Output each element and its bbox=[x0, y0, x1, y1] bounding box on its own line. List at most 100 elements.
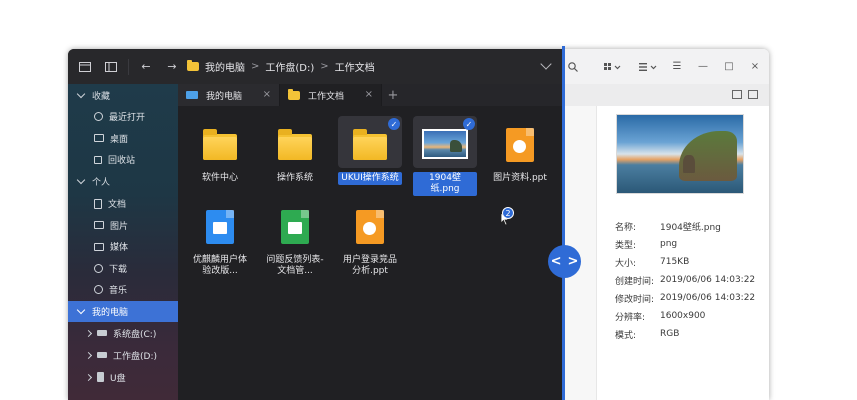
file-item[interactable]: 用户登录竞品分析.ppt bbox=[338, 198, 402, 278]
close-icon[interactable]: × bbox=[365, 89, 373, 100]
property-key: 修改时间: bbox=[615, 294, 655, 305]
sidebar-item-label: 工作盘(D:) bbox=[113, 351, 157, 362]
file-item[interactable]: UKUI操作系统 ✓ bbox=[338, 116, 402, 185]
breadcrumb: 我的电脑 > 工作盘(D:) > 工作文档 bbox=[187, 59, 375, 74]
toolbar-divider bbox=[128, 58, 129, 75]
breadcrumb-item[interactable]: 我的电脑 bbox=[205, 59, 245, 74]
check-icon: ✓ bbox=[463, 118, 475, 130]
split-handle[interactable]: < > bbox=[548, 245, 581, 278]
breadcrumb-item[interactable]: 工作盘(D:) bbox=[265, 59, 314, 74]
property-row: 模式: RGB bbox=[615, 325, 755, 343]
tab-work-docs[interactable]: 工作文档 × bbox=[280, 84, 382, 106]
chevron-down-icon bbox=[76, 305, 86, 315]
sidebar-group-label: 个人 bbox=[92, 178, 111, 189]
sidebar-item-computer[interactable]: 我的电脑 bbox=[68, 300, 178, 323]
property-value: RGB bbox=[660, 329, 680, 339]
file-thumbnail bbox=[263, 198, 327, 250]
file-name: 软件中心 bbox=[201, 173, 238, 183]
ppt-icon bbox=[506, 128, 534, 162]
sidebar-item-media[interactable]: 媒体 bbox=[68, 236, 178, 258]
breadcrumb-item[interactable]: 工作文档 bbox=[335, 59, 375, 74]
sidebar-item-pictures[interactable]: 图片 bbox=[68, 214, 178, 236]
property-value: 1600x900 bbox=[660, 311, 706, 321]
sidebar-item-documents[interactable]: 文档 bbox=[68, 193, 178, 215]
screenshot-stage: ← → 我的电脑 > 工作盘(D:) > 工作文档 收藏 最近打开 桌面 回收站… bbox=[0, 0, 857, 400]
computer-icon bbox=[186, 91, 198, 99]
file-item[interactable]: 图片资料.ppt bbox=[488, 116, 552, 185]
file-item[interactable]: 软件中心 bbox=[188, 116, 252, 185]
file-properties: 名称: 1904壁纸.png 类型: png 大小: 715KB 创建时间: 2019/… bbox=[615, 217, 755, 343]
file-item[interactable]: 问题反馈列表-文档管... bbox=[263, 198, 327, 278]
sidebar-item-label: 我的电脑 bbox=[92, 308, 129, 319]
close-icon[interactable]: × bbox=[263, 89, 271, 100]
property-row: 创建时间: 2019/06/06 14:03:22 bbox=[615, 271, 755, 289]
back-button[interactable]: ← bbox=[133, 54, 159, 80]
sidebar-group-personal[interactable]: 个人 bbox=[68, 171, 178, 193]
property-row: 分辨率: 1600x900 bbox=[615, 307, 755, 325]
close-button[interactable]: × bbox=[742, 49, 768, 84]
property-key: 名称: bbox=[615, 222, 637, 233]
chevron-right-icon bbox=[84, 373, 93, 381]
sidebar-item-recent[interactable]: 最近打开 bbox=[68, 106, 178, 128]
minimize-button[interactable]: — bbox=[690, 49, 716, 84]
file-name: 操作系统 bbox=[276, 173, 313, 183]
file-name: 1904壁纸.png bbox=[413, 172, 477, 196]
folder-icon bbox=[353, 129, 387, 160]
sidebar-item-drive-c[interactable]: 系统盘(C:) bbox=[68, 322, 178, 344]
detail-view-icon[interactable] bbox=[748, 90, 758, 99]
property-key: 创建时间: bbox=[615, 276, 655, 287]
sidebar-item-desktop[interactable]: 桌面 bbox=[68, 128, 178, 150]
add-tab-button[interactable]: + bbox=[382, 84, 404, 106]
split-view-icon[interactable] bbox=[732, 90, 742, 99]
video-icon bbox=[94, 242, 104, 251]
dark-theme-pane: ← → 我的电脑 > 工作盘(D:) > 工作文档 收藏 最近打开 桌面 回收站… bbox=[68, 49, 564, 400]
image-preview bbox=[616, 114, 744, 194]
tab-my-computer[interactable]: 我的电脑 × bbox=[178, 84, 280, 106]
drive-icon bbox=[97, 330, 107, 337]
page-fold bbox=[226, 210, 234, 218]
tab-label: 工作文档 bbox=[308, 91, 345, 102]
sidebar-item-usb[interactable]: U盘 bbox=[68, 366, 178, 388]
pie-chart-icon bbox=[513, 140, 526, 153]
chevron-down-icon[interactable] bbox=[540, 58, 552, 70]
clock-icon bbox=[94, 112, 103, 122]
sidebar-item-trash[interactable]: 回收站 bbox=[68, 149, 178, 171]
sidebar-item-label: 系统盘(C:) bbox=[113, 329, 157, 340]
desktop-icon bbox=[94, 134, 104, 143]
file-item[interactable]: 操作系统 bbox=[263, 116, 327, 185]
document-icon bbox=[94, 198, 102, 209]
file-item[interactable]: 1904壁纸.png ✓ bbox=[413, 116, 477, 196]
page-fold bbox=[301, 210, 309, 218]
pie-chart-icon bbox=[363, 222, 376, 235]
sidebar-item-label: 文档 bbox=[108, 200, 127, 211]
drive-icon bbox=[97, 352, 107, 359]
sort-button[interactable] bbox=[634, 49, 664, 84]
file-item[interactable]: 优麒麟用户体验改版... bbox=[188, 198, 252, 278]
split-divider[interactable] bbox=[562, 46, 565, 400]
search-icon[interactable] bbox=[564, 49, 582, 84]
sidebar-item-label: 回收站 bbox=[108, 156, 136, 167]
file-name: UKUI操作系统 bbox=[338, 172, 402, 185]
property-row: 大小: 715KB bbox=[615, 253, 755, 271]
preview-rock bbox=[683, 155, 695, 173]
sidebar: 收藏 最近打开 桌面 回收站 个人 文档 图片 媒体 下载 音乐 我的电脑 系统… bbox=[68, 84, 178, 400]
sidebar-item-label: 音乐 bbox=[109, 286, 128, 297]
text-lines-icon bbox=[213, 222, 227, 234]
chevron-down-icon bbox=[76, 89, 86, 98]
menu-icon[interactable]: ☰ bbox=[664, 49, 690, 84]
sidebar-item-drive-d[interactable]: 工作盘(D:) bbox=[68, 344, 178, 366]
file-name: 图片资料.ppt bbox=[493, 173, 547, 183]
toolbar-right: ☰ — □ × bbox=[564, 49, 769, 84]
maximize-button[interactable]: □ bbox=[716, 49, 742, 84]
sidebar-item-music[interactable]: 音乐 bbox=[68, 279, 178, 301]
property-key: 大小: bbox=[615, 258, 637, 269]
tab-bar: 我的电脑 × 工作文档 × + bbox=[178, 84, 564, 106]
light-theme-pane: ☰ — □ × 名称: 1904壁纸.png 类型: png 大小: 715KB 创建… bbox=[564, 49, 769, 400]
sidebar-item-downloads[interactable]: 下载 bbox=[68, 258, 178, 280]
sidebar-toggle-icon[interactable] bbox=[98, 54, 124, 80]
forward-button[interactable]: → bbox=[159, 54, 185, 80]
icon-view-button[interactable] bbox=[592, 49, 634, 84]
view-toggle-bar bbox=[564, 84, 769, 106]
sidebar-group-favorites[interactable]: 收藏 bbox=[68, 84, 178, 106]
property-row: 修改时间: 2019/06/06 14:03:22 bbox=[615, 289, 755, 307]
